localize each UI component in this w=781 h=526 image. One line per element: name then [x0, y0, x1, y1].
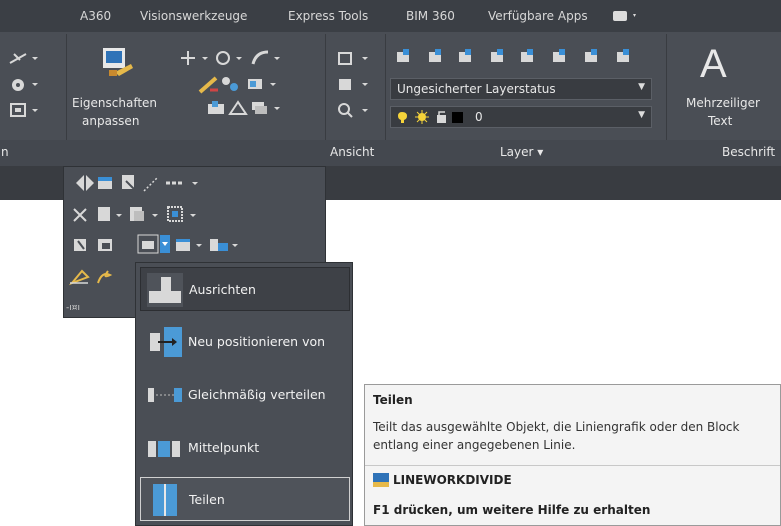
row-1-icons	[76, 175, 198, 192]
menu-item-label: Mittelpunkt	[188, 440, 260, 455]
match-properties-label-2: anpassen	[82, 114, 140, 128]
menu-item-label: Gleichmäßig verteilen	[188, 387, 326, 402]
tab-verfuegbare-apps[interactable]: Verfügbare Apps	[488, 9, 588, 23]
move-icon[interactable]	[178, 50, 212, 66]
tooltip-help: F1 drücken, um weitere Hilfe zu erhalten	[373, 503, 651, 517]
layer-state-dropdown[interactable]: Ungesicherter Layerstatus ▼	[390, 78, 652, 100]
tooltip: Teilen Teilt das ausgewählte Objekt, die…	[364, 384, 781, 526]
menu-item-mittelpunkt[interactable]: Mittelpunkt	[140, 426, 350, 470]
match-properties-label-1: Eigenschaften	[72, 96, 158, 110]
divide-icon	[147, 483, 183, 517]
tooltip-divider	[365, 465, 780, 466]
ribbon-tab-bar: A360 Visionswerkzeuge Express Tools BIM …	[0, 0, 781, 32]
rotate-icon[interactable]	[214, 50, 248, 66]
menu-item-ausrichten[interactable]: Ausrichten	[140, 267, 350, 311]
fillet-icon[interactable]	[6, 50, 40, 66]
command-icon	[373, 473, 389, 487]
panel-title-ansicht[interactable]: Ansicht	[330, 145, 374, 159]
panel-title-layer[interactable]: Layer ▾	[500, 145, 543, 159]
trim-icon[interactable]	[250, 50, 284, 66]
menu-item-label: Teilen	[189, 492, 225, 507]
layer-current-value: 0	[475, 110, 483, 124]
ribbon-panel-titles	[0, 140, 781, 166]
text-tool-icon[interactable]: A	[700, 42, 727, 87]
tooltip-command: LINEWORKDIVIDE	[393, 473, 512, 487]
mtext-label-1: Mehrzeiliger	[686, 96, 760, 110]
pin-icon[interactable]: -ı¤ı	[66, 303, 80, 313]
chevron-down-icon: ▼	[638, 110, 645, 120]
view-cube-icon[interactable]	[336, 50, 372, 66]
layer-list-icon[interactable]	[246, 76, 280, 92]
layer-walk-icon[interactable]	[220, 76, 242, 92]
tab-express-tools[interactable]: Express Tools	[288, 9, 368, 23]
menu-item-gleichmaessig-verteilen[interactable]: Gleichmäßig verteilen	[140, 373, 350, 417]
block-define-icon[interactable]	[6, 102, 40, 118]
view-manager-icon[interactable]	[336, 76, 372, 92]
layer-dropdown[interactable]: 0 ▼	[390, 106, 652, 128]
align-flyout-menu: Ausrichten Neu positionieren von Gleichm…	[135, 262, 353, 526]
layer-merge-icon[interactable]	[228, 100, 250, 116]
mtext-label-2: Text	[708, 114, 733, 128]
distribute-icon	[146, 378, 182, 412]
align-icon	[147, 273, 183, 307]
layer-copy-icon[interactable]	[250, 100, 284, 116]
menu-item-teilen[interactable]: Teilen	[140, 477, 350, 521]
zoom-icon[interactable]	[336, 102, 372, 118]
layer-state-value: Ungesicherter Layerstatus	[397, 82, 556, 96]
tab-bim-360[interactable]: BIM 360	[406, 9, 455, 23]
properties-brush-icon[interactable]	[198, 74, 220, 94]
video-icon[interactable]	[612, 10, 638, 22]
layer-tools-row	[395, 48, 657, 66]
menu-item-label: Ausrichten	[189, 282, 256, 297]
midpoint-icon	[146, 431, 182, 465]
tooltip-description: Teilt das ausgewählte Objekt, die Linien…	[373, 420, 740, 452]
tooltip-title: Teilen	[373, 393, 413, 407]
tab-a360[interactable]: A360	[80, 9, 111, 23]
block-insert-icon[interactable]	[6, 76, 40, 92]
reposition-icon	[146, 325, 182, 359]
layer-flags-icon	[397, 110, 467, 124]
layer-isolate-icon[interactable]	[206, 100, 228, 116]
tab-visionswerkzeuge[interactable]: Visionswerkzeuge	[140, 9, 247, 23]
panel-title-beschriftung[interactable]: Beschrift	[722, 145, 775, 159]
match-properties-icon[interactable]	[101, 46, 135, 80]
menu-item-neu-positionieren[interactable]: Neu positionieren von	[140, 320, 350, 364]
menu-item-label: Neu positionieren von	[188, 334, 326, 349]
chevron-down-icon: ▼	[638, 82, 645, 92]
panel-title-cut: n	[1, 145, 9, 159]
